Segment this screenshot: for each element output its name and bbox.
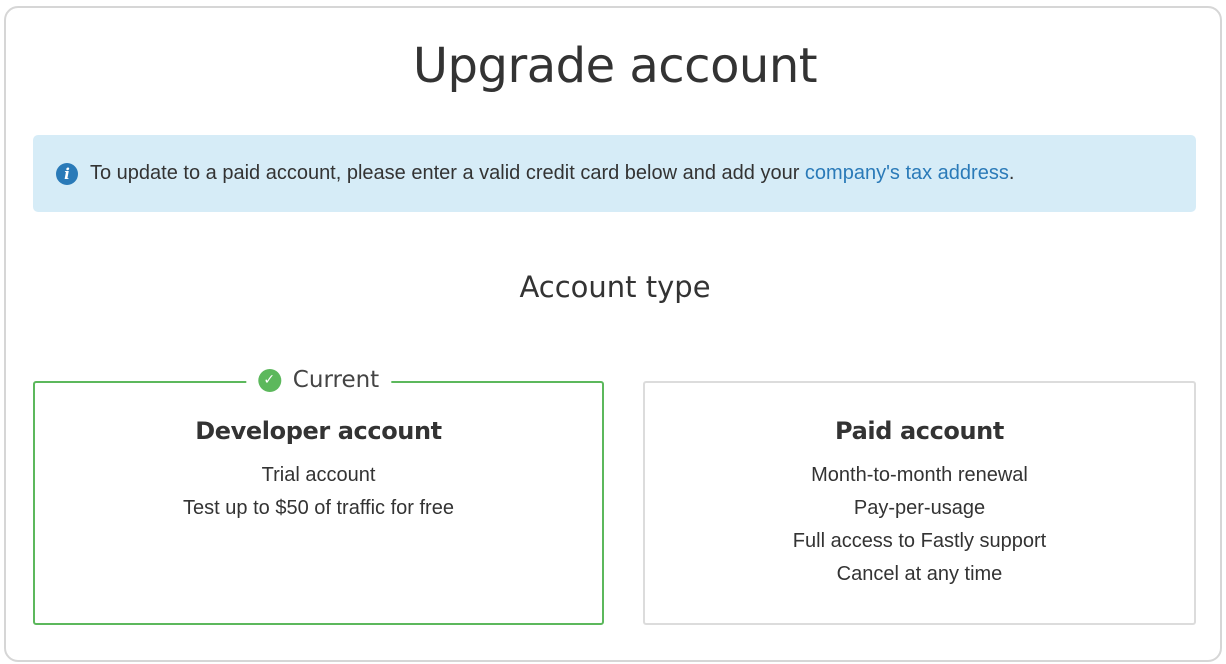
feature-item: Test up to $50 of traffic for free [183, 497, 454, 519]
check-circle-icon: ✓ [257, 368, 281, 392]
info-icon: i [56, 162, 78, 185]
page-title: Upgrade account [412, 38, 818, 94]
feature-item: Pay-per-usage [853, 497, 986, 519]
notice-text-after: . [1008, 162, 1015, 184]
feature-item: Trial account [261, 464, 376, 486]
paid-account-title: Paid account [835, 417, 1004, 445]
feature-item: Full access to Fastly support [792, 530, 1047, 552]
paid-account-features: Month-to-month renewal Pay-per-usage Ful… [645, 459, 1194, 591]
upgrade-panel: Upgrade account i To update to a paid ac… [4, 6, 1222, 662]
info-notice: i To update to a paid account, please en… [33, 135, 1196, 212]
account-type-heading: Account type [519, 270, 711, 304]
notice-text-before: To update to a paid account, please ente… [90, 162, 805, 184]
notice-text: To update to a paid account, please ente… [90, 162, 1014, 185]
tax-address-link[interactable]: company's tax address [805, 162, 1009, 184]
current-badge: ✓ Current [245, 367, 392, 393]
paid-account-card[interactable]: Paid account Month-to-month renewal Pay-… [643, 381, 1196, 625]
developer-account-card[interactable]: ✓ Current Developer account Trial accoun… [33, 367, 604, 625]
developer-account-features: Trial account Test up to $50 of traffic … [35, 459, 602, 525]
feature-item: Month-to-month renewal [811, 464, 1028, 486]
current-badge-label: Current [292, 367, 380, 393]
feature-item: Cancel at any time [836, 563, 1003, 585]
